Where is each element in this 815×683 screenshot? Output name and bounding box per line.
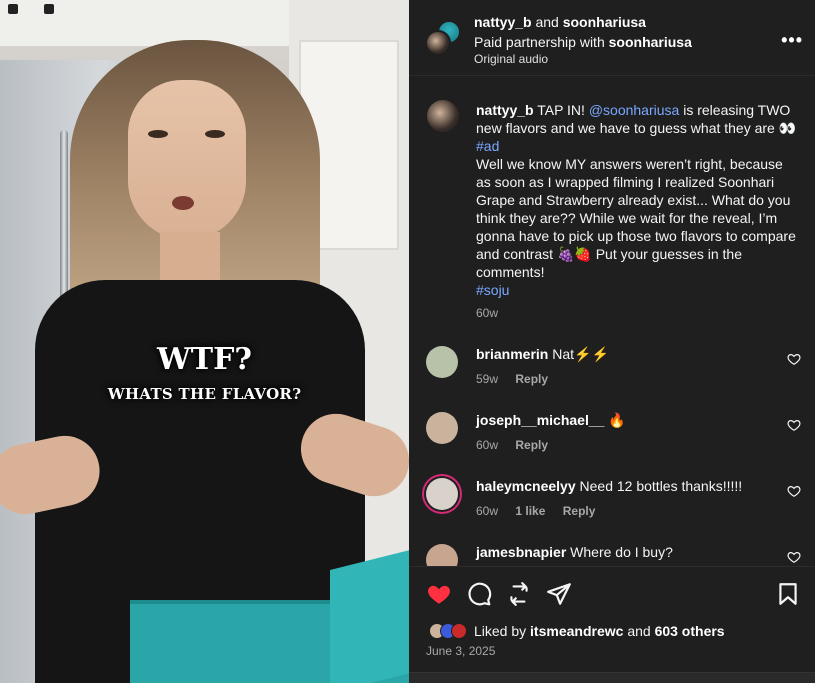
comment-input-bar[interactable]	[409, 672, 815, 683]
comment-username[interactable]: jamesbnapier	[476, 544, 566, 560]
person-eye	[148, 130, 168, 138]
cabinet-knob	[44, 4, 54, 14]
caption-timestamp: 60w	[476, 306, 499, 320]
avatar[interactable]	[426, 478, 458, 510]
comment-text: Need 12 bottles thanks!!!!!	[579, 478, 743, 494]
comment-username[interactable]: brianmerin	[476, 346, 548, 362]
comment-icon[interactable]	[466, 581, 492, 607]
caption-hashtag[interactable]: #soju	[476, 282, 509, 298]
heart-icon[interactable]	[787, 352, 801, 366]
avatar[interactable]	[426, 412, 458, 444]
post-authors: nattyy_b and soonhariusa	[474, 14, 646, 30]
comment-body: jamesbnapier Where do I buy?	[476, 544, 673, 560]
cabinet-knob	[8, 4, 18, 14]
heart-icon[interactable]	[787, 418, 801, 432]
caption-text: Well we know MY answers weren’t right, b…	[476, 156, 796, 280]
share-icon[interactable]	[546, 581, 572, 607]
comment-text: Where do I buy?	[570, 544, 673, 560]
comment-meta: 60w Reply	[476, 438, 562, 452]
author-and: and	[535, 14, 559, 30]
paid-partnership-brand[interactable]: soonhariusa	[609, 34, 692, 50]
avatar[interactable]	[426, 346, 458, 378]
reply-button[interactable]: Reply	[563, 504, 596, 518]
post-caption: nattyy_b TAP IN! @soonhariusa is releasi…	[476, 101, 798, 299]
comment-item: brianmerin Nat⚡⚡ 59w Reply	[409, 346, 815, 406]
post-header: nattyy_b and soonhariusa Paid partnershi…	[409, 0, 815, 76]
video-overlay-subtitle: WHATS THE FLAVOR?	[107, 385, 302, 403]
more-icon: •••	[781, 30, 803, 50]
collab-avatars[interactable]	[425, 20, 461, 56]
liked-by-text: Liked by itsmeandrewc and 603 others	[474, 623, 725, 639]
paid-partnership: Paid partnership with soonhariusa	[474, 34, 692, 50]
reply-button[interactable]: Reply	[515, 372, 548, 386]
heart-icon[interactable]	[426, 581, 452, 607]
person-face	[128, 80, 246, 240]
liked-by-and: and	[627, 623, 651, 639]
liked-by: Liked by itsmeandrewc and 603 others	[429, 623, 725, 639]
comment-body: joseph__michael__ 🔥	[476, 412, 626, 429]
person-neck	[160, 232, 220, 287]
reply-button[interactable]: Reply	[515, 438, 548, 452]
video-overlay-title: WTF?	[157, 342, 252, 377]
caption-mention[interactable]: @soonhariusa	[589, 102, 680, 118]
author-username[interactable]: nattyy_b	[474, 14, 532, 30]
avatar	[451, 623, 467, 639]
likes-count[interactable]: 1 like	[515, 504, 545, 518]
bookmark-icon[interactable]	[775, 581, 801, 607]
comment-username[interactable]: haleymcneelyy	[476, 478, 576, 494]
heart-icon[interactable]	[787, 484, 801, 498]
post-date: June 3, 2025	[426, 644, 496, 658]
comment-time: 59w	[476, 372, 499, 386]
comment-meta: 59w Reply	[476, 372, 562, 386]
caption-hashtag[interactable]: #ad	[476, 138, 499, 154]
heart-icon[interactable]	[787, 550, 801, 564]
video-player[interactable]: WTF? WHATS THE FLAVOR?	[0, 0, 409, 683]
comment-text: 🔥	[608, 412, 626, 428]
repost-icon[interactable]	[506, 581, 532, 607]
comment-time: 60w	[476, 438, 499, 452]
comment-item: joseph__michael__ 🔥 60w Reply	[409, 412, 815, 472]
liked-by-prefix: Liked by	[474, 623, 527, 639]
comment-text: Nat⚡⚡	[552, 346, 609, 362]
person-eye	[205, 130, 225, 138]
collab-username[interactable]: soonhariusa	[563, 14, 646, 30]
caption-username[interactable]: nattyy_b	[476, 102, 534, 118]
comment-item: haleymcneelyy Need 12 bottles thanks!!!!…	[409, 478, 815, 538]
avatar[interactable]	[425, 30, 451, 56]
post-actions: Liked by itsmeandrewc and 603 others Jun…	[409, 566, 815, 683]
person-mouth	[172, 196, 194, 210]
teal-box-lid	[330, 550, 409, 683]
comment-time: 60w	[476, 504, 499, 518]
more-options-button[interactable]: •••	[781, 30, 803, 51]
audio-link[interactable]: Original audio	[474, 52, 548, 66]
liked-by-user[interactable]: itsmeandrewc	[530, 623, 623, 639]
paid-partnership-label: Paid partnership with	[474, 34, 605, 50]
comment-body: haleymcneelyy Need 12 bottles thanks!!!!…	[476, 478, 742, 494]
avatar[interactable]	[427, 100, 459, 132]
likes-count[interactable]: 603 others	[655, 623, 725, 639]
caption-text: TAP IN!	[533, 102, 589, 118]
comment-body: brianmerin Nat⚡⚡	[476, 346, 609, 363]
post-details-panel: nattyy_b and soonhariusa Paid partnershi…	[409, 0, 815, 683]
comment-username[interactable]: joseph__michael__	[476, 412, 604, 428]
comment-meta: 60w 1 like Reply	[476, 504, 609, 518]
post-viewer: WTF? WHATS THE FLAVOR? nattyy_b and soon…	[0, 0, 815, 683]
